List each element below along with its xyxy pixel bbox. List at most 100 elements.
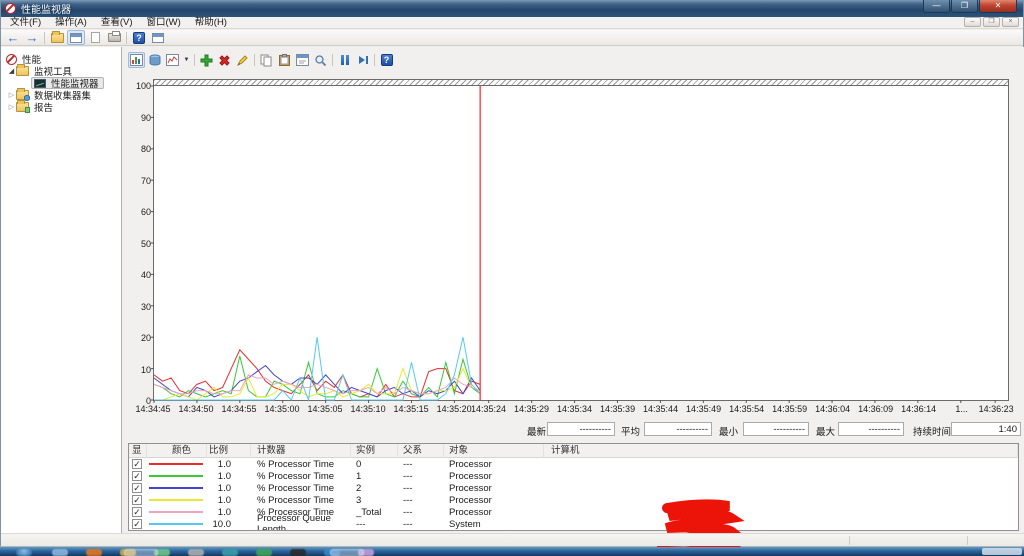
x-axis-label: 14:36:23 xyxy=(978,404,1014,414)
show-counter-checkbox[interactable]: ✓ xyxy=(132,470,142,481)
statusbar xyxy=(1,533,1024,546)
zoom-icon xyxy=(315,54,327,66)
legend-body: ✓ 1.0 % Processor Time 0 --- Processor ✓ 1.0 % P… xyxy=(129,458,1018,530)
legend-header-color[interactable]: 颜色 xyxy=(147,444,207,458)
taskbar-item[interactable] xyxy=(52,549,68,556)
legend-cell: 1.0 xyxy=(217,506,231,518)
titlebar[interactable]: 性能监视器 — ❐ ✕ xyxy=(1,0,1023,17)
show-counter-checkbox[interactable]: ✓ xyxy=(132,494,142,505)
taskbar[interactable] xyxy=(0,547,1024,556)
performance-monitor-pane: ▼ ? 100 90 80 70 60 50 40 30 20 10 0 14:… xyxy=(125,47,1024,556)
legend-row[interactable]: ✓ 10.0 Processor Queue Length --- --- System xyxy=(129,513,1018,530)
menu-window[interactable]: 窗口(W) xyxy=(139,17,187,29)
expander-open-icon[interactable]: ◢ xyxy=(7,67,16,76)
x-axis-label: 14:35:20 xyxy=(436,404,472,414)
taskbar-item[interactable] xyxy=(86,549,102,556)
taskbar-item[interactable] xyxy=(290,549,306,556)
up-folder-button[interactable] xyxy=(48,30,66,45)
export-list-button[interactable] xyxy=(86,30,104,45)
show-hide-tree-button[interactable] xyxy=(67,30,85,45)
add-counter-button[interactable] xyxy=(198,52,215,68)
help-icon: ? xyxy=(133,31,145,44)
export-list-icon xyxy=(90,32,100,43)
legend-row[interactable]: ✓ 1.0 % Processor Time 0 --- Processor xyxy=(129,458,1018,470)
child-minimize-button[interactable]: – xyxy=(964,17,981,27)
legend-header-instance[interactable]: 实例 xyxy=(351,444,398,458)
legend-header-counter[interactable]: 计数器 xyxy=(251,444,351,458)
x-axis-label: 14:35:49 xyxy=(686,404,722,414)
zoom-button[interactable] xyxy=(312,52,329,68)
x-axis-label: 14:34:50 xyxy=(178,404,214,414)
view-current-activity-button[interactable] xyxy=(128,52,145,68)
forward-button[interactable]: → xyxy=(23,30,41,45)
tree-item-reports[interactable]: ▷ 报告 xyxy=(1,100,121,114)
child-close-button[interactable]: × xyxy=(1002,17,1019,27)
print-button[interactable] xyxy=(105,30,123,45)
show-counter-checkbox[interactable]: ✓ xyxy=(132,458,142,469)
toolbar-separator xyxy=(254,54,255,66)
counter-color-swatch xyxy=(149,522,203,525)
show-counter-checkbox[interactable]: ✓ xyxy=(132,482,142,493)
properties-button[interactable] xyxy=(294,52,311,68)
counter-color-swatch xyxy=(149,486,203,489)
average-label: 平均 xyxy=(621,427,641,438)
legend-row[interactable]: ✓ 1.0 % Processor Time 2 --- Processor xyxy=(129,482,1018,494)
delete-counter-button[interactable] xyxy=(216,52,233,68)
x-axis-label: 14:35:39 xyxy=(600,404,636,414)
legend-row[interactable]: ✓ 1.0 % Processor Time 3 --- Processor xyxy=(129,494,1018,506)
show-counter-checkbox[interactable]: ✓ xyxy=(132,506,142,517)
x-axis-label: 14:35:44 xyxy=(643,404,679,414)
taskbar-item[interactable] xyxy=(222,549,238,556)
menu-file[interactable]: 文件(F) xyxy=(3,17,48,29)
menu-action[interactable]: 操作(A) xyxy=(48,17,94,29)
legend-header-computer[interactable]: 计算机 xyxy=(544,444,1018,458)
child-restore-button[interactable]: ❐ xyxy=(983,17,1000,27)
minimum-label: 最小 xyxy=(719,427,739,438)
taskbar-tray[interactable] xyxy=(982,548,1022,555)
freeze-display-icon xyxy=(340,55,349,65)
legend-header-scale[interactable]: 比例 xyxy=(207,444,251,458)
legend-header-parent[interactable]: 父系 xyxy=(398,444,444,458)
toolbar-separator xyxy=(44,31,45,44)
legend-header-show[interactable]: 显示 xyxy=(129,444,147,470)
chart-help-button[interactable]: ? xyxy=(378,52,395,68)
legend-cell: Processor Queue Length xyxy=(257,513,331,531)
legend-row[interactable]: ✓ 1.0 % Processor Time 1 --- Processor xyxy=(129,470,1018,482)
start-orb-icon[interactable] xyxy=(16,549,32,556)
copy-properties-button[interactable] xyxy=(258,52,275,68)
x-axis-label: 14:34:55 xyxy=(221,404,257,414)
highlight-button[interactable] xyxy=(234,52,251,68)
menu-view[interactable]: 查看(V) xyxy=(94,17,140,29)
show-counter-checkbox[interactable]: ✓ xyxy=(132,518,142,529)
y-axis-label: 80 xyxy=(140,144,151,154)
legend-cell-color xyxy=(147,459,207,470)
legend-cell-color xyxy=(147,495,207,506)
freeze-display-button[interactable] xyxy=(336,52,353,68)
view-log-data-button[interactable] xyxy=(146,52,163,68)
minimize-button[interactable]: — xyxy=(923,0,950,13)
restore-button[interactable]: ❐ xyxy=(951,0,978,13)
expander-closed-icon[interactable]: ▷ xyxy=(7,103,16,112)
close-button[interactable]: ✕ xyxy=(979,0,1017,13)
taskbar-active-item[interactable] xyxy=(330,549,364,556)
y-axis-label: 70 xyxy=(140,175,151,186)
change-graph-type-button[interactable] xyxy=(164,52,181,68)
expander-closed-icon[interactable]: ▷ xyxy=(7,91,16,100)
graph-type-dropdown-caret[interactable]: ▼ xyxy=(182,57,191,63)
latest-value: ---------- xyxy=(547,422,615,436)
x-axis-label: 1... xyxy=(955,404,968,414)
menu-help[interactable]: 帮助(H) xyxy=(188,17,234,29)
legend-header-row: 显示 颜色 比例 计数器 实例 父系 对象 计算机 xyxy=(129,444,1018,470)
counter-legend-table: 显示 颜色 比例 计数器 实例 父系 对象 计算机 ✓ 1.0 % Processo… xyxy=(128,443,1019,531)
taskbar-item[interactable] xyxy=(188,549,204,556)
help-button[interactable]: ? xyxy=(130,30,148,45)
legend-header-object[interactable]: 对象 xyxy=(444,444,544,458)
back-button[interactable]: ← xyxy=(4,30,22,45)
taskbar-item[interactable] xyxy=(256,549,272,556)
chart-plot-area[interactable] xyxy=(151,85,1009,403)
taskbar-active-item[interactable] xyxy=(124,549,158,556)
toolbar-separator xyxy=(126,31,127,44)
update-data-button[interactable] xyxy=(354,52,371,68)
paste-counter-list-button[interactable] xyxy=(276,52,293,68)
show-hide-action-pane-button[interactable] xyxy=(149,30,167,45)
